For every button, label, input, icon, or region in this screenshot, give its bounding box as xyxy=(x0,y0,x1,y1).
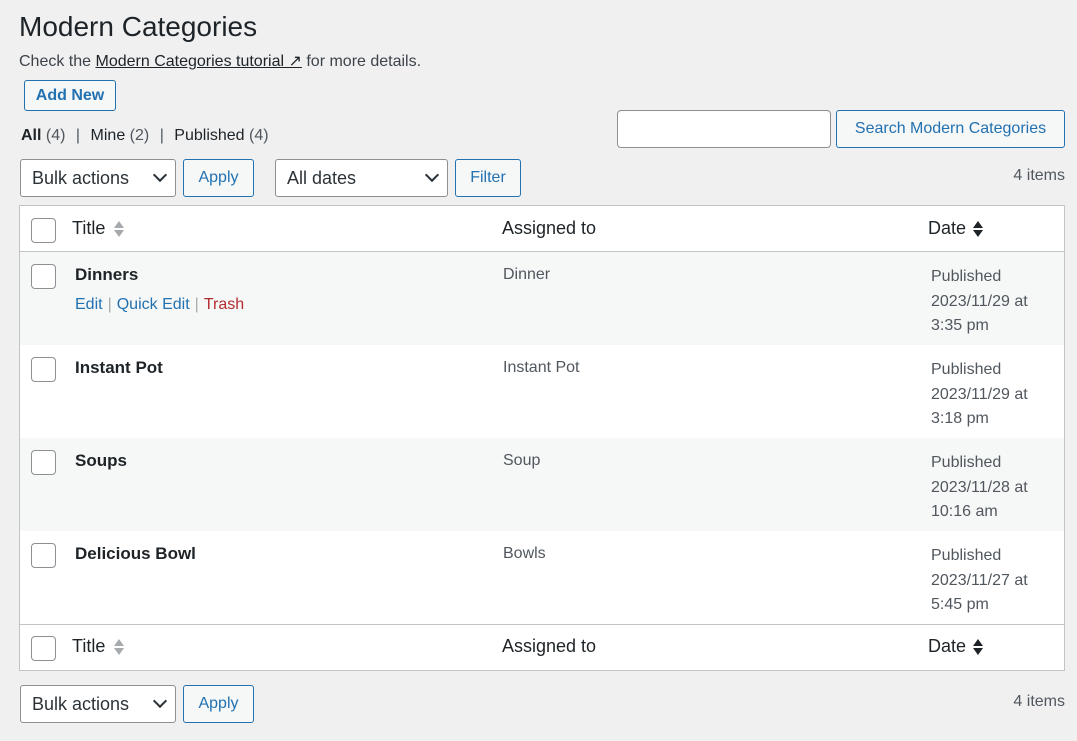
intro-suffix: for more details. xyxy=(306,53,422,70)
action-separator: | xyxy=(194,296,199,313)
search-button[interactable]: Search Modern Categories xyxy=(836,110,1065,148)
dates-select[interactable]: All dates xyxy=(275,159,448,197)
row-time: 3:18 pm xyxy=(931,410,989,427)
table-row: Delicious Bowl Bowls Published 2023/11/2… xyxy=(20,531,1064,624)
row-date-value: 2023/11/28 at xyxy=(931,478,1028,496)
view-all[interactable]: All xyxy=(21,127,41,144)
select-all-checkbox-footer[interactable] xyxy=(31,636,56,661)
table-row: Dinners Edit | Quick Edit | Trash Dinner Pub… xyxy=(20,252,1064,345)
view-separator: | xyxy=(159,127,164,144)
chevron-down-icon xyxy=(424,167,440,183)
row-title-link[interactable]: Delicious Bowl xyxy=(75,544,196,564)
view-mine-count: (2) xyxy=(129,127,150,144)
add-new-button[interactable]: Add New xyxy=(24,80,116,111)
view-published[interactable]: Published xyxy=(174,127,244,144)
bulk-actions-value: Bulk actions xyxy=(32,168,130,188)
table-footer: Title Assigned to Date xyxy=(20,624,1064,670)
row-date: Published 2023/11/27 at 5:45 pm xyxy=(931,544,1028,618)
quick-edit-link[interactable]: Quick Edit xyxy=(117,296,190,313)
bulk-actions-value: Bulk actions xyxy=(32,694,130,714)
row-status: Published xyxy=(931,268,1002,285)
row-actions: Edit | Quick Edit | Trash xyxy=(75,296,244,314)
action-separator: | xyxy=(107,296,112,313)
row-checkbox[interactable] xyxy=(31,357,56,382)
row-title-link[interactable]: Instant Pot xyxy=(75,358,163,378)
sort-icon[interactable] xyxy=(114,220,124,238)
dates-value: All dates xyxy=(287,168,357,188)
select-all-checkbox[interactable] xyxy=(31,218,56,243)
row-date-value: 2023/11/29 at xyxy=(931,385,1028,403)
page-title: Modern Categories xyxy=(19,11,258,42)
column-assigned-footer: Assigned to xyxy=(502,636,597,656)
row-status: Published xyxy=(931,361,1002,378)
row-title-link[interactable]: Soups xyxy=(75,451,127,471)
row-date-value: 2023/11/27 at xyxy=(931,571,1028,589)
column-assigned: Assigned to xyxy=(502,218,597,238)
row-time: 3:35 pm xyxy=(931,317,989,334)
view-mine[interactable]: Mine xyxy=(91,127,126,144)
view-separator: | xyxy=(75,127,81,144)
items-count-top: 4 items xyxy=(1013,167,1065,184)
table-row: Soups Soup Published 2023/11/28 at 10:16… xyxy=(20,438,1064,531)
row-date: Published 2023/11/28 at 10:16 am xyxy=(931,451,1028,525)
view-published-count: (4) xyxy=(249,127,269,144)
table-header: Title Assigned to Date xyxy=(20,206,1064,252)
row-status: Published xyxy=(931,454,1002,471)
column-title[interactable]: Title xyxy=(72,218,105,239)
row-checkbox[interactable] xyxy=(31,264,56,289)
intro-text: Check the Modern Categories tutorial ↗ f… xyxy=(19,51,421,73)
row-assigned: Instant Pot xyxy=(503,359,580,376)
items-count-bottom: 4 items xyxy=(1013,693,1065,710)
search-input[interactable] xyxy=(617,110,831,148)
row-time: 10:16 am xyxy=(931,503,998,520)
table-row: Instant Pot Instant Pot Published 2023/1… xyxy=(20,345,1064,438)
chevron-down-icon xyxy=(152,693,168,709)
categories-table: Title Assigned to Date Dinners Edit | Quic… xyxy=(19,205,1065,671)
column-date-footer[interactable]: Date xyxy=(928,636,966,657)
edit-link[interactable]: Edit xyxy=(75,296,103,313)
filter-button[interactable]: Filter xyxy=(455,159,521,197)
row-title-link[interactable]: Dinners xyxy=(75,265,138,285)
sort-icon[interactable] xyxy=(973,220,983,238)
row-assigned: Dinner xyxy=(503,266,551,283)
row-time: 5:45 pm xyxy=(931,596,989,613)
row-checkbox[interactable] xyxy=(31,543,56,568)
trash-link[interactable]: Trash xyxy=(204,296,244,313)
sort-icon[interactable] xyxy=(114,638,124,656)
apply-button-top[interactable]: Apply xyxy=(183,159,254,197)
row-date: Published 2023/11/29 at 3:35 pm xyxy=(931,265,1028,339)
row-assigned: Bowls xyxy=(503,545,546,562)
row-date-value: 2023/11/29 at xyxy=(931,292,1028,310)
column-date[interactable]: Date xyxy=(928,218,966,239)
row-checkbox[interactable] xyxy=(31,450,56,475)
column-title-footer[interactable]: Title xyxy=(72,636,105,657)
apply-button-bottom[interactable]: Apply xyxy=(183,685,254,723)
status-views: All (4) | Mine (2) | Published (4) xyxy=(21,126,269,146)
view-all-count: (4) xyxy=(45,127,66,144)
bulk-actions-select-bottom[interactable]: Bulk actions xyxy=(20,685,176,723)
bulk-actions-select-top[interactable]: Bulk actions xyxy=(20,159,176,197)
sort-icon[interactable] xyxy=(973,638,983,656)
intro-prefix: Check the xyxy=(19,53,92,70)
row-status: Published xyxy=(931,547,1002,564)
row-assigned: Soup xyxy=(503,452,541,469)
chevron-down-icon xyxy=(152,167,168,183)
tutorial-link[interactable]: Modern Categories tutorial ↗ xyxy=(96,53,302,70)
row-date: Published 2023/11/29 at 3:18 pm xyxy=(931,358,1028,432)
